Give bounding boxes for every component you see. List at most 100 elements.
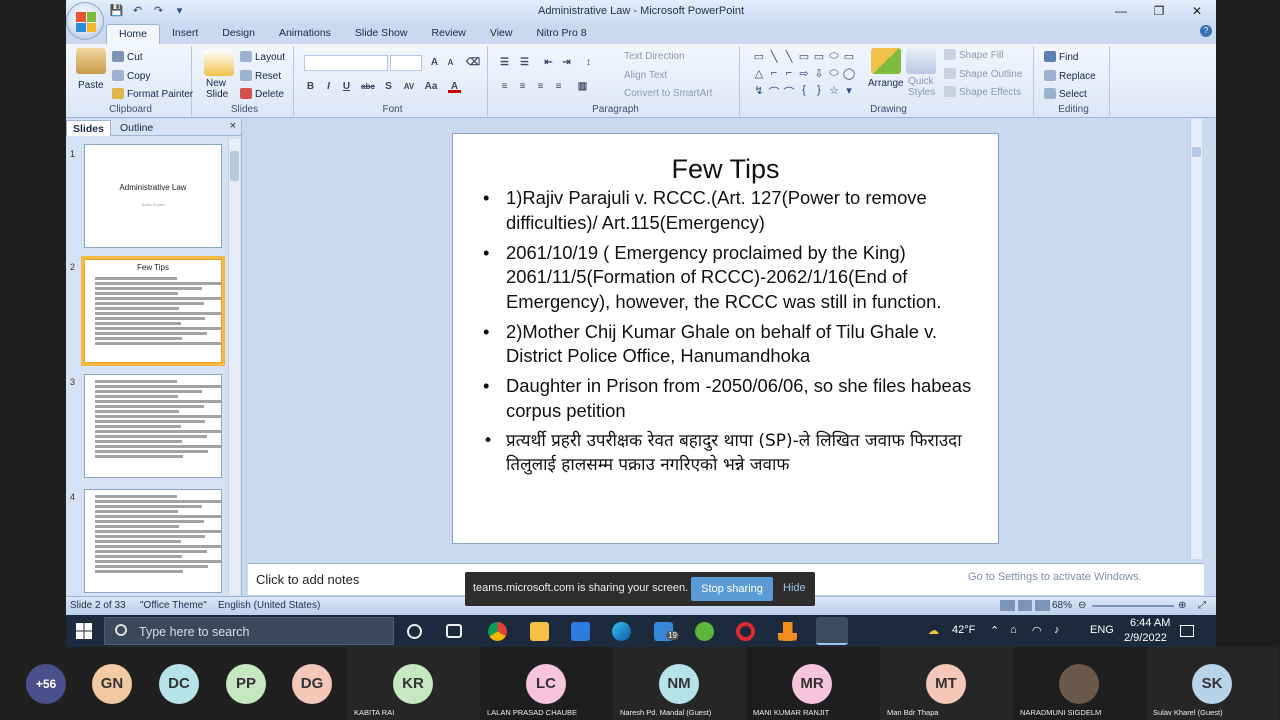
tab-home[interactable]: Home [106, 24, 161, 44]
vlc-icon[interactable] [778, 622, 797, 641]
tab-review[interactable]: Review [419, 24, 477, 44]
fit-window-icon[interactable]: ⤢ [1198, 600, 1206, 611]
shape-item-icon[interactable]: ⌒ [767, 84, 781, 100]
shape-item-icon[interactable]: ⌒ [782, 84, 796, 100]
grow-font-icon[interactable]: A [428, 56, 441, 69]
participant-tile[interactable]: MR MANI KUMAR RANJIT [746, 647, 879, 720]
shape-effects-button[interactable]: Shape Effects [944, 86, 1021, 98]
participant-tile[interactable]: LC LALAN PRASAD CHAUBE [480, 647, 613, 720]
restore-button[interactable]: ❐ [1140, 0, 1178, 22]
shape-item-icon[interactable]: ╲ [767, 50, 781, 66]
editor-scrollbar[interactable] [1190, 119, 1202, 559]
shape-outline-button[interactable]: Shape Outline [944, 68, 1022, 80]
close-button[interactable]: ✕ [1178, 0, 1216, 22]
quick-styles-icon[interactable] [906, 48, 936, 74]
format-painter-button[interactable]: Format Painter [112, 88, 193, 100]
reset-button[interactable]: Reset [240, 70, 281, 82]
minimize-button[interactable]: — [1102, 0, 1140, 22]
file-explorer-icon[interactable] [530, 622, 549, 641]
close-pane-icon[interactable]: × [230, 120, 236, 132]
powerpoint-taskbar-icon[interactable] [816, 617, 848, 645]
office-button[interactable] [66, 2, 104, 40]
language-indicator[interactable]: English (United States) [218, 600, 320, 611]
shape-item-icon[interactable]: ☆ [827, 84, 841, 100]
tab-outline[interactable]: Outline [114, 120, 159, 136]
shape-item-icon[interactable]: ⌐ [767, 67, 781, 83]
slide-thumbnail-4[interactable] [84, 489, 222, 593]
shape-item-icon[interactable]: ⇨ [797, 67, 811, 83]
char-spacing-button[interactable]: AV [400, 80, 418, 93]
font-name-combo[interactable] [304, 55, 388, 71]
save-icon[interactable]: 💾 [108, 3, 125, 19]
cut-button[interactable]: Cut [112, 51, 143, 63]
shape-fill-button[interactable]: Shape Fill [944, 49, 1003, 61]
participant-tile[interactable]: DC [159, 647, 225, 720]
shape-item-icon[interactable]: ▭ [797, 50, 811, 66]
shape-item-icon[interactable]: ▭ [812, 50, 826, 66]
tab-animations[interactable]: Animations [267, 24, 343, 44]
volume-icon[interactable]: ♪ [1054, 624, 1060, 636]
zoom-slider[interactable] [1092, 605, 1174, 607]
slide-bullets[interactable]: 1)Rajiv Parajuli v. RCCC.(Art. 127(Power… [481, 186, 981, 483]
thumbnails-scrollbar[interactable] [228, 139, 240, 595]
tab-design[interactable]: Design [210, 24, 267, 44]
shape-item-icon[interactable]: ▾ [842, 84, 856, 100]
copy-button[interactable]: Copy [112, 70, 150, 82]
scroll-thumb[interactable] [230, 151, 239, 181]
participant-tile[interactable]: NM Naresh Pd. Mandal (Guest) [613, 647, 746, 720]
slide-thumbnail-1[interactable]: Administrative Law Sulav Kharel [84, 144, 222, 248]
find-button[interactable]: Find [1044, 51, 1078, 63]
language-tray[interactable]: ENG [1090, 624, 1114, 636]
stop-sharing-button[interactable]: Stop sharing [691, 577, 773, 601]
clock-time[interactable]: 6:44 AM [1130, 617, 1170, 629]
align-text-button[interactable]: Align Text [624, 70, 667, 81]
tray-chevron-icon[interactable]: ⌃ [990, 624, 999, 637]
shape-item-icon[interactable]: ◯ [842, 67, 856, 83]
new-slide-icon[interactable] [204, 50, 234, 76]
shape-item-icon[interactable]: ▭ [842, 50, 856, 66]
shapes-gallery[interactable]: ▭ ╲ ╲ ▭ ▭ ⬭ ▭ △ ⌐ ⌐ ⇨ ⇩ ⬭ ◯ ↯ ⌒ ⌒{} ☆ ▾ [752, 50, 862, 100]
italic-button[interactable]: I [322, 80, 335, 93]
notifications-icon[interactable] [1180, 625, 1194, 637]
slide-thumbnail-2[interactable]: Few Tips [81, 256, 225, 366]
utorrent-icon[interactable] [695, 622, 714, 641]
edge-icon[interactable] [612, 622, 631, 641]
participant-tile[interactable]: PP [226, 647, 292, 720]
align-right-icon[interactable]: ≡ [534, 80, 547, 93]
select-button[interactable]: Select [1044, 88, 1087, 100]
taskbar-search[interactable]: Type here to search [104, 617, 394, 645]
undo-icon[interactable]: ↶ [129, 3, 146, 19]
bold-button[interactable]: B [304, 80, 317, 93]
zoom-out-icon[interactable]: ⊖ [1078, 600, 1086, 611]
scroll-thumb[interactable] [1192, 147, 1201, 157]
text-direction-button[interactable]: Text Direction [624, 51, 685, 62]
align-left-icon[interactable]: ≡ [498, 80, 511, 93]
font-size-combo[interactable] [390, 55, 422, 71]
shape-item-icon[interactable]: ▭ [752, 50, 766, 66]
view-buttons[interactable] [1000, 600, 1050, 611]
participant-tile[interactable]: KR KABITA RAI [347, 647, 480, 720]
cortana-icon[interactable] [407, 624, 422, 639]
new-slide-button[interactable]: New Slide [206, 78, 228, 100]
opera-icon[interactable] [736, 622, 755, 641]
store-icon[interactable] [571, 622, 590, 641]
quick-styles-button[interactable]: Quick Styles [908, 76, 935, 98]
layout-button[interactable]: Layout [240, 51, 285, 63]
clock-date[interactable]: 2/9/2022 [1124, 632, 1167, 644]
tab-insert[interactable]: Insert [160, 24, 210, 44]
chrome-icon[interactable] [488, 622, 507, 641]
numbering-icon[interactable]: ☰ [518, 56, 531, 69]
delete-button[interactable]: Delete [240, 88, 284, 100]
zoom-level[interactable]: 68% [1052, 600, 1072, 611]
weather-icon[interactable]: ☁ [928, 624, 939, 637]
convert-smartart-button[interactable]: Convert to SmartArt [624, 88, 712, 99]
participant-tile[interactable]: +56 [26, 647, 92, 720]
slide-thumbnail-3[interactable] [84, 374, 222, 478]
participant-tile[interactable]: NARADMUNI SIGDELM [1013, 647, 1146, 720]
shape-item-icon[interactable]: ⬭ [827, 50, 841, 66]
participant-tile[interactable]: GN [92, 647, 158, 720]
shape-item-icon[interactable]: ↯ [752, 84, 766, 100]
participant-tile[interactable]: MT Man Bdr Thapa [880, 647, 1013, 720]
shape-item-icon[interactable]: ⇩ [812, 67, 826, 83]
windows-start-icon[interactable] [76, 623, 92, 639]
